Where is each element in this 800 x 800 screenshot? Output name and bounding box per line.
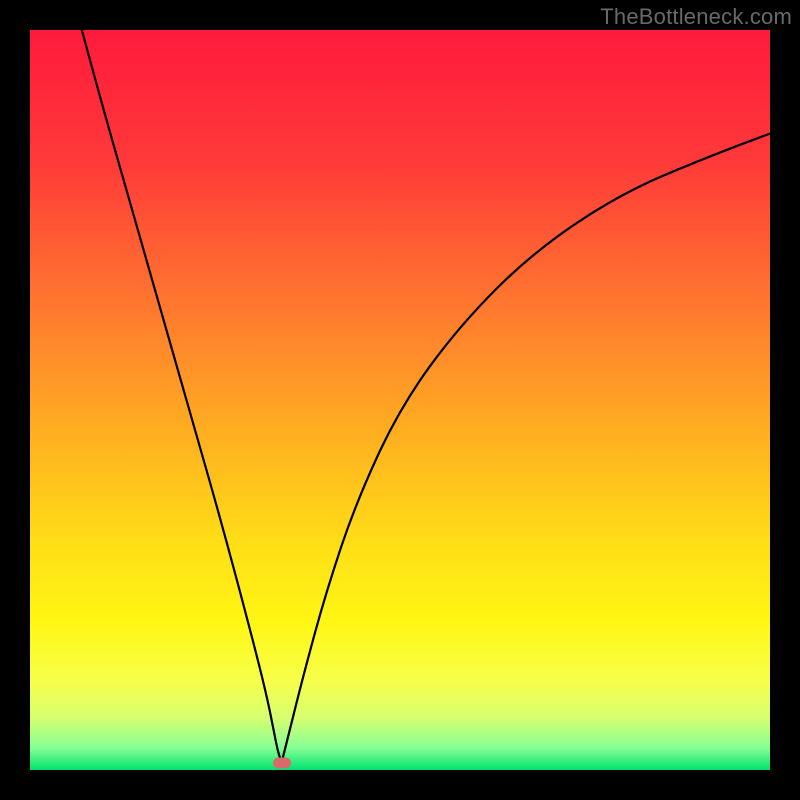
watermark-text: TheBottleneck.com [600, 4, 792, 30]
optimal-marker [273, 757, 291, 768]
bottleneck-curve [30, 30, 770, 770]
curve-path [82, 30, 770, 763]
plot-area [30, 30, 770, 770]
chart-frame: TheBottleneck.com [0, 0, 800, 800]
